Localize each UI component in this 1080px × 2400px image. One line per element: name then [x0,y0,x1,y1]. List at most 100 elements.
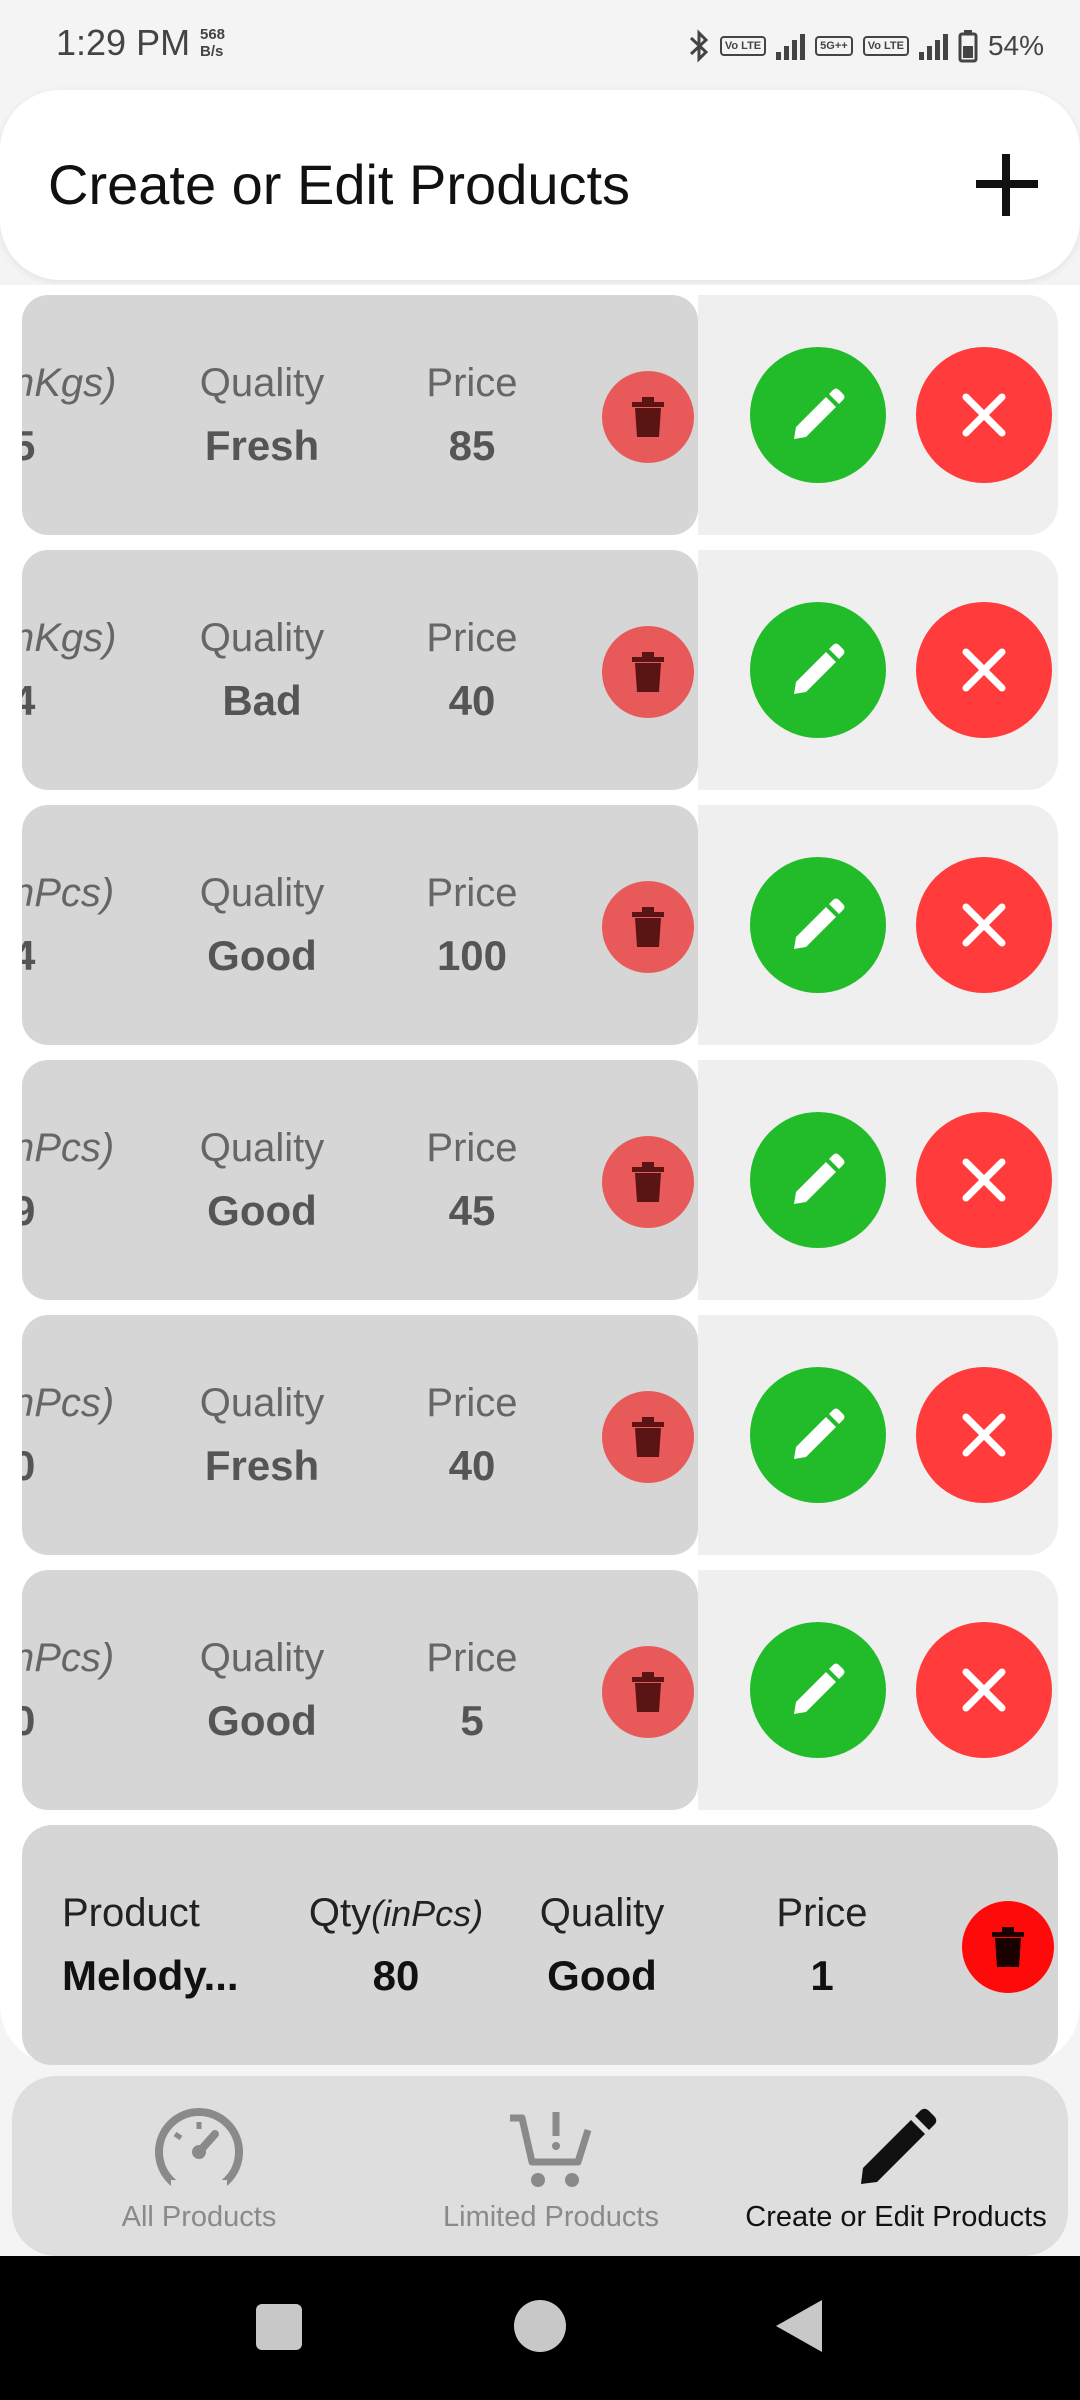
close-icon [962,903,1006,947]
product-card[interactable]: nPcs) 0 Quality Fresh Price 40 [22,1315,698,1555]
edit-button[interactable] [750,1622,886,1758]
network-speed-unit: B/s [200,43,224,60]
cancel-button[interactable] [916,347,1052,483]
row-actions [698,1060,1058,1300]
product-row[interactable]: nPcs) 4 Quality Good Price 100 [22,805,1058,1045]
product-card[interactable]: nKgs) 4 Quality Bad Price 40 [22,550,698,790]
price-cell: Price 40 [362,616,582,725]
delete-button[interactable] [602,371,694,463]
close-icon [962,648,1006,692]
quality-label: Quality [199,1636,325,1680]
delete-button[interactable] [962,1901,1054,1993]
product-row[interactable]: nPcs) 0 Quality Good Price 5 [22,1570,1058,1810]
pencil-icon [794,643,845,694]
nav-all-products[interactable]: All Products [64,2104,334,2234]
nav-label: Limited Products [443,2201,659,2233]
qty-cell: Qty(inPcs) 80 [296,1891,496,2000]
trash-icon [632,397,664,437]
delete-button[interactable] [602,1136,694,1228]
cancel-button[interactable] [916,602,1052,738]
product-cell: Product Melody... [62,1891,239,2000]
qty-label: nPcs) [22,871,115,915]
product-list[interactable]: nKgs) 5 Quality Fresh Price 85 nKgs) 4 Q… [0,285,1080,2065]
qty-label: nPcs) [22,1381,115,1425]
cart-alert-icon [510,2112,592,2187]
close-icon [962,1668,1006,1712]
status-time: 1:29 PM [56,22,191,63]
recents-button[interactable] [256,2304,302,2350]
product-card[interactable]: nPcs) 9 Quality Good Price 45 [22,1060,698,1300]
price-label: Price [426,1126,518,1170]
price-label: Price [426,616,518,660]
cancel-button[interactable] [916,1367,1052,1503]
pencil-icon [861,2108,937,2184]
quality-value: Good [207,1697,317,1744]
product-row[interactable]: nPcs) 0 Quality Fresh Price 40 [22,1315,1058,1555]
qty-cell: nKgs) 5 [22,361,117,470]
speedometer-icon [155,2108,243,2196]
close-icon [962,393,1006,437]
trash-icon [992,1927,1024,1967]
qty-label: nKgs) [22,616,117,660]
bluetooth-icon [688,29,710,63]
app-header: Create or Edit Products [0,90,1080,280]
edit-button[interactable] [750,857,886,993]
price-cell: Price 100 [362,871,582,980]
edit-button[interactable] [750,1367,886,1503]
product-row[interactable]: nKgs) 5 Quality Fresh Price 85 [22,295,1058,535]
price-value: 100 [436,932,508,979]
nav-create-edit-products[interactable]: Create or Edit Products [726,2104,1066,2234]
delete-button[interactable] [602,626,694,718]
nav-limited-products[interactable]: Limited Products [416,2104,686,2234]
delete-button[interactable] [602,1646,694,1738]
close-icon [962,1413,1006,1457]
price-label: Price [776,1891,868,1935]
quality-value: Good [547,1952,657,1999]
price-cell: Price 45 [362,1126,582,1235]
system-navigation-bar [0,2256,1080,2400]
battery-percent: 54% [987,30,1044,61]
price-value: 40 [448,677,496,724]
quality-value: Bad [222,677,302,724]
delete-button[interactable] [602,881,694,973]
qty-cell: nPcs) 0 [22,1381,115,1490]
edit-button[interactable] [750,347,886,483]
quality-cell: Quality Good [142,1126,382,1235]
product-card[interactable]: nPcs) 4 Quality Good Price 100 [22,805,698,1045]
qty-label: nPcs) [22,1636,115,1680]
pencil-icon [794,1408,845,1459]
qty-label-unit: (inPcs) [371,1893,484,1934]
cancel-button[interactable] [916,857,1052,993]
cancel-button[interactable] [916,1112,1052,1248]
nav-label: All Products [121,2201,277,2233]
product-card[interactable]: nPcs) 0 Quality Good Price 5 [22,1570,698,1810]
trash-icon [632,1417,664,1457]
signal-icon [776,32,806,60]
product-card[interactable]: nKgs) 5 Quality Fresh Price 85 [22,295,698,535]
edit-button[interactable] [750,602,886,738]
quality-label: Quality [199,1381,325,1425]
quality-label: Quality [199,1126,325,1170]
price-label: Price [426,1636,518,1680]
volte-badge: Vo LTE [719,36,767,56]
cancel-button[interactable] [916,1622,1052,1758]
product-row[interactable]: nKgs) 4 Quality Bad Price 40 [22,550,1058,790]
delete-button[interactable] [602,1391,694,1483]
back-button[interactable] [776,2300,822,2352]
price-cell: Price 40 [362,1381,582,1490]
pencil-icon [794,898,845,949]
quality-label: Quality [539,1891,665,1935]
status-bar: 1:29 PM 568 B/s Vo LTE 5G++ Vo LTE 54% [0,0,1080,90]
price-value: 40 [448,1442,496,1489]
battery-icon [958,29,978,63]
quality-cell: Quality Good [142,1636,382,1745]
network-speed-value: 568 [200,26,226,43]
add-product-button[interactable] [972,150,1042,220]
qty-value: 5 [22,422,36,469]
pencil-icon [794,388,845,439]
edit-button[interactable] [750,1112,886,1248]
product-card[interactable]: Product Melody... Qty(inPcs) 80 Quality … [22,1825,1058,2065]
home-button[interactable] [514,2300,566,2352]
product-row[interactable]: nPcs) 9 Quality Good Price 45 [22,1060,1058,1300]
price-value: 1 [810,1952,834,1999]
